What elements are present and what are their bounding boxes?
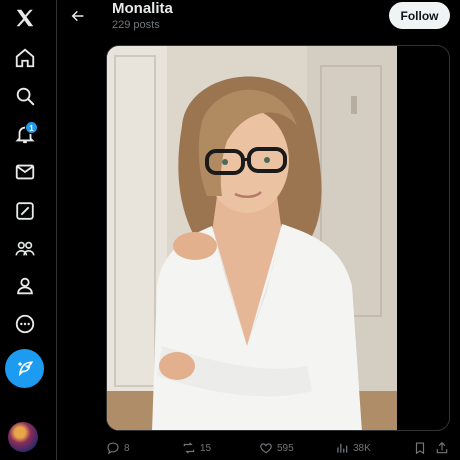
reply-button[interactable]: 8 <box>106 438 130 458</box>
post-actions: 8 15 595 38K <box>106 438 450 458</box>
home-icon[interactable] <box>8 41 42 75</box>
bookmark-icon <box>415 442 425 455</box>
share-icon <box>436 441 448 454</box>
compose-icon <box>17 360 33 376</box>
follow-button[interactable]: Follow <box>389 2 450 29</box>
back-arrow-icon[interactable] <box>68 6 88 26</box>
avatar[interactable] <box>8 422 38 452</box>
search-icon[interactable] <box>8 79 42 113</box>
more-icon[interactable] <box>8 307 42 341</box>
communities-icon[interactable] <box>8 232 42 266</box>
view-count: 38K <box>353 442 371 454</box>
x-logo-icon[interactable] <box>8 1 42 35</box>
like-button[interactable]: 595 <box>259 438 294 458</box>
notification-badge: 1 <box>25 121 38 134</box>
mail-icon[interactable] <box>8 155 42 189</box>
heart-icon <box>260 443 272 454</box>
share-button[interactable] <box>435 438 449 458</box>
post-count: 229 posts <box>112 19 160 31</box>
repost-button[interactable]: 15 <box>182 438 211 458</box>
compose-button[interactable] <box>5 349 44 388</box>
profile-name: Monalita <box>112 0 173 17</box>
views-button[interactable]: 38K <box>335 438 371 458</box>
grok-icon[interactable] <box>8 194 42 228</box>
profile-icon[interactable] <box>8 269 42 303</box>
media-card[interactable] <box>106 45 450 431</box>
bell-icon[interactable] <box>8 117 42 151</box>
analytics-icon <box>337 443 348 453</box>
repost-count: 15 <box>200 442 212 454</box>
navigation-rail: 1 <box>0 0 57 460</box>
post-image-illustration <box>107 46 397 430</box>
reply-icon <box>107 442 119 455</box>
bookmark-button[interactable] <box>413 438 427 458</box>
repost-icon <box>183 442 195 454</box>
post-image[interactable] <box>107 46 397 430</box>
like-count: 595 <box>277 442 294 454</box>
reply-count: 8 <box>124 442 130 454</box>
